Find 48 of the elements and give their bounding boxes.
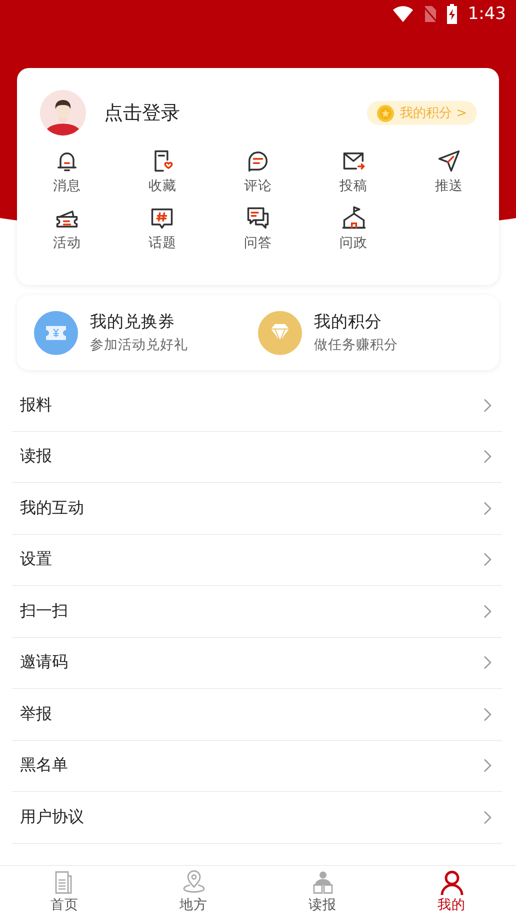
nav-tab[interactable]: 我的 bbox=[387, 866, 516, 917]
chevron-right-icon bbox=[483, 398, 492, 413]
wifi-icon bbox=[392, 5, 414, 23]
person-icon bbox=[438, 870, 464, 896]
chevron-right-icon bbox=[483, 810, 492, 825]
building-flag-icon bbox=[340, 205, 367, 231]
menu-item[interactable]: 读报 bbox=[12, 432, 502, 483]
wallet-subtitle: 做任务赚积分 bbox=[314, 336, 398, 354]
ticket-icon bbox=[34, 310, 78, 354]
menu-item[interactable]: 举报 bbox=[12, 689, 502, 740]
wallet-subtitle: 参加活动兑好礼 bbox=[90, 336, 188, 354]
shortcut-button[interactable]: 收藏 bbox=[148, 148, 176, 195]
shortcut-button[interactable]: 问政 bbox=[340, 205, 368, 252]
nav-tab[interactable]: 读报 bbox=[258, 866, 387, 917]
shortcut-button[interactable]: 问答 bbox=[244, 205, 272, 252]
menu-item[interactable]: 我的互动 bbox=[12, 483, 502, 534]
menu-item[interactable]: 黑名单 bbox=[12, 740, 502, 792]
status-time: 1:43 bbox=[468, 4, 506, 24]
menu-item[interactable]: 邀请码 bbox=[12, 638, 502, 689]
menu-item[interactable]: 扫一扫 bbox=[12, 586, 502, 638]
chevron-right-icon bbox=[483, 500, 492, 516]
wallet-item[interactable]: 我的积分 做任务赚积分 bbox=[258, 310, 482, 354]
shortcut-button[interactable]: 话题 bbox=[148, 205, 176, 252]
location-pin-icon bbox=[180, 870, 206, 896]
chevron-right-icon bbox=[483, 449, 492, 464]
shortcut-button[interactable]: 评论 bbox=[244, 148, 272, 195]
coin-icon bbox=[376, 104, 394, 122]
chevron-right-icon bbox=[483, 655, 492, 670]
wallet-title: 我的积分 bbox=[314, 311, 383, 333]
menu-item[interactable]: 用户协议 bbox=[12, 792, 502, 844]
chevron-right-icon bbox=[483, 706, 492, 722]
paper-plane-icon bbox=[436, 148, 462, 174]
shortcut-button[interactable]: 活动 bbox=[52, 205, 81, 252]
chevron-right-icon bbox=[483, 552, 492, 568]
avatar-icon bbox=[40, 90, 86, 136]
menu-item[interactable]: 设置 bbox=[12, 534, 502, 586]
nav-tab[interactable]: 地方 bbox=[129, 866, 258, 917]
wallet-title: 我的兑换券 bbox=[90, 311, 176, 333]
nav-tab[interactable]: 首页 bbox=[0, 866, 129, 917]
shortcut-button[interactable]: 推送 bbox=[435, 148, 464, 195]
wallet-item[interactable]: 我的兑换券 参加活动兑好礼 bbox=[34, 310, 258, 354]
shortcut-button[interactable]: 投稿 bbox=[340, 148, 368, 195]
login-link[interactable]: 点击登录 bbox=[104, 100, 349, 126]
chevron-right-icon bbox=[483, 604, 492, 619]
chevron-right-icon bbox=[483, 758, 492, 774]
chat-bubbles-icon bbox=[244, 205, 271, 231]
menu-item[interactable]: 报料 bbox=[12, 380, 502, 432]
shortcut-button[interactable]: 消息 bbox=[52, 148, 81, 195]
